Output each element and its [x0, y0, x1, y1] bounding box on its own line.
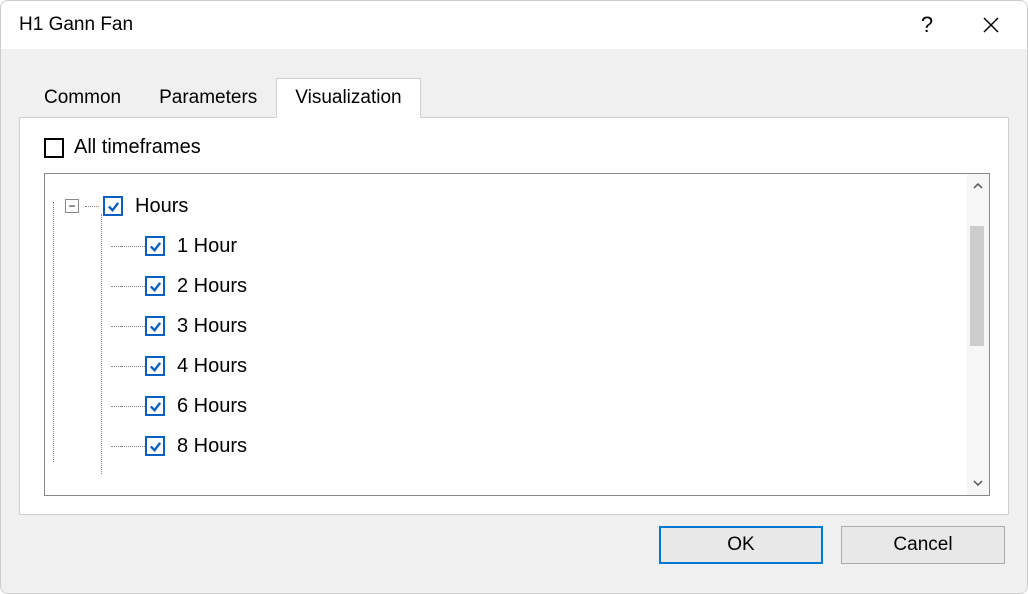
scroll-up-icon[interactable]	[967, 174, 989, 198]
tree-node-3hours[interactable]: 3 Hours	[65, 306, 963, 346]
check-icon	[149, 240, 162, 253]
tabs: Common Parameters Visualization	[19, 77, 1009, 117]
help-button[interactable]: ?	[911, 9, 943, 41]
tree-node-2hours[interactable]: 2 Hours	[65, 266, 963, 306]
all-timeframes-label: All timeframes	[74, 136, 201, 159]
close-button[interactable]	[975, 9, 1007, 41]
tree-node-1hour[interactable]: 1 Hour	[65, 226, 963, 266]
tree-connector-line	[53, 202, 54, 462]
check-icon	[107, 200, 120, 213]
titlebar-buttons: ?	[911, 9, 1015, 41]
timeframe-tree: − Hours 1 Hour	[44, 173, 990, 496]
ok-button[interactable]: OK	[659, 526, 823, 564]
tree-label-3hours: 3 Hours	[177, 315, 247, 338]
check-icon	[149, 320, 162, 333]
tree-label-hours: Hours	[135, 195, 188, 218]
dialog-buttons: OK Cancel	[19, 515, 1009, 575]
check-icon	[149, 440, 162, 453]
checkbox-6hours[interactable]	[145, 396, 165, 416]
checkbox-hours[interactable]	[103, 196, 123, 216]
cancel-button[interactable]: Cancel	[841, 526, 1005, 564]
check-icon	[149, 360, 162, 373]
checkbox-2hours[interactable]	[145, 276, 165, 296]
scroll-down-icon[interactable]	[967, 471, 989, 495]
titlebar: H1 Gann Fan ?	[1, 1, 1027, 49]
check-icon	[149, 400, 162, 413]
expander-icon[interactable]: −	[65, 199, 79, 213]
all-timeframes-checkbox[interactable]	[44, 138, 64, 158]
tab-common[interactable]: Common	[25, 78, 140, 118]
check-icon	[149, 280, 162, 293]
checkbox-8hours[interactable]	[145, 436, 165, 456]
dialog-title: H1 Gann Fan	[19, 14, 911, 36]
tree-node-8hours[interactable]: 8 Hours	[65, 426, 963, 466]
tree-scroll-area: − Hours 1 Hour	[45, 174, 967, 495]
checkbox-3hours[interactable]	[145, 316, 165, 336]
tree-scrollbar[interactable]	[967, 174, 989, 495]
tree-connector	[85, 206, 99, 207]
tab-panel-visualization: All timeframes − Hours	[19, 117, 1009, 515]
tree-label-8hours: 8 Hours	[177, 435, 247, 458]
scroll-track[interactable]	[967, 198, 989, 471]
tab-visualization[interactable]: Visualization	[276, 78, 420, 118]
tab-parameters[interactable]: Parameters	[140, 78, 276, 118]
tree-label-4hours: 4 Hours	[177, 355, 247, 378]
dialog-window: H1 Gann Fan ? Common Parameters Visualiz…	[0, 0, 1028, 594]
content-area: Common Parameters Visualization All time…	[1, 49, 1027, 593]
all-timeframes-row: All timeframes	[44, 136, 990, 159]
close-icon	[983, 17, 999, 33]
tree-label-2hours: 2 Hours	[177, 275, 247, 298]
tree-node-4hours[interactable]: 4 Hours	[65, 346, 963, 386]
tree-label-6hours: 6 Hours	[177, 395, 247, 418]
checkbox-1hour[interactable]	[145, 236, 165, 256]
tree-label-1hour: 1 Hour	[177, 235, 237, 258]
scroll-thumb[interactable]	[970, 226, 984, 346]
tree-node-6hours[interactable]: 6 Hours	[65, 386, 963, 426]
checkbox-4hours[interactable]	[145, 356, 165, 376]
tree-node-hours[interactable]: − Hours	[65, 186, 963, 226]
